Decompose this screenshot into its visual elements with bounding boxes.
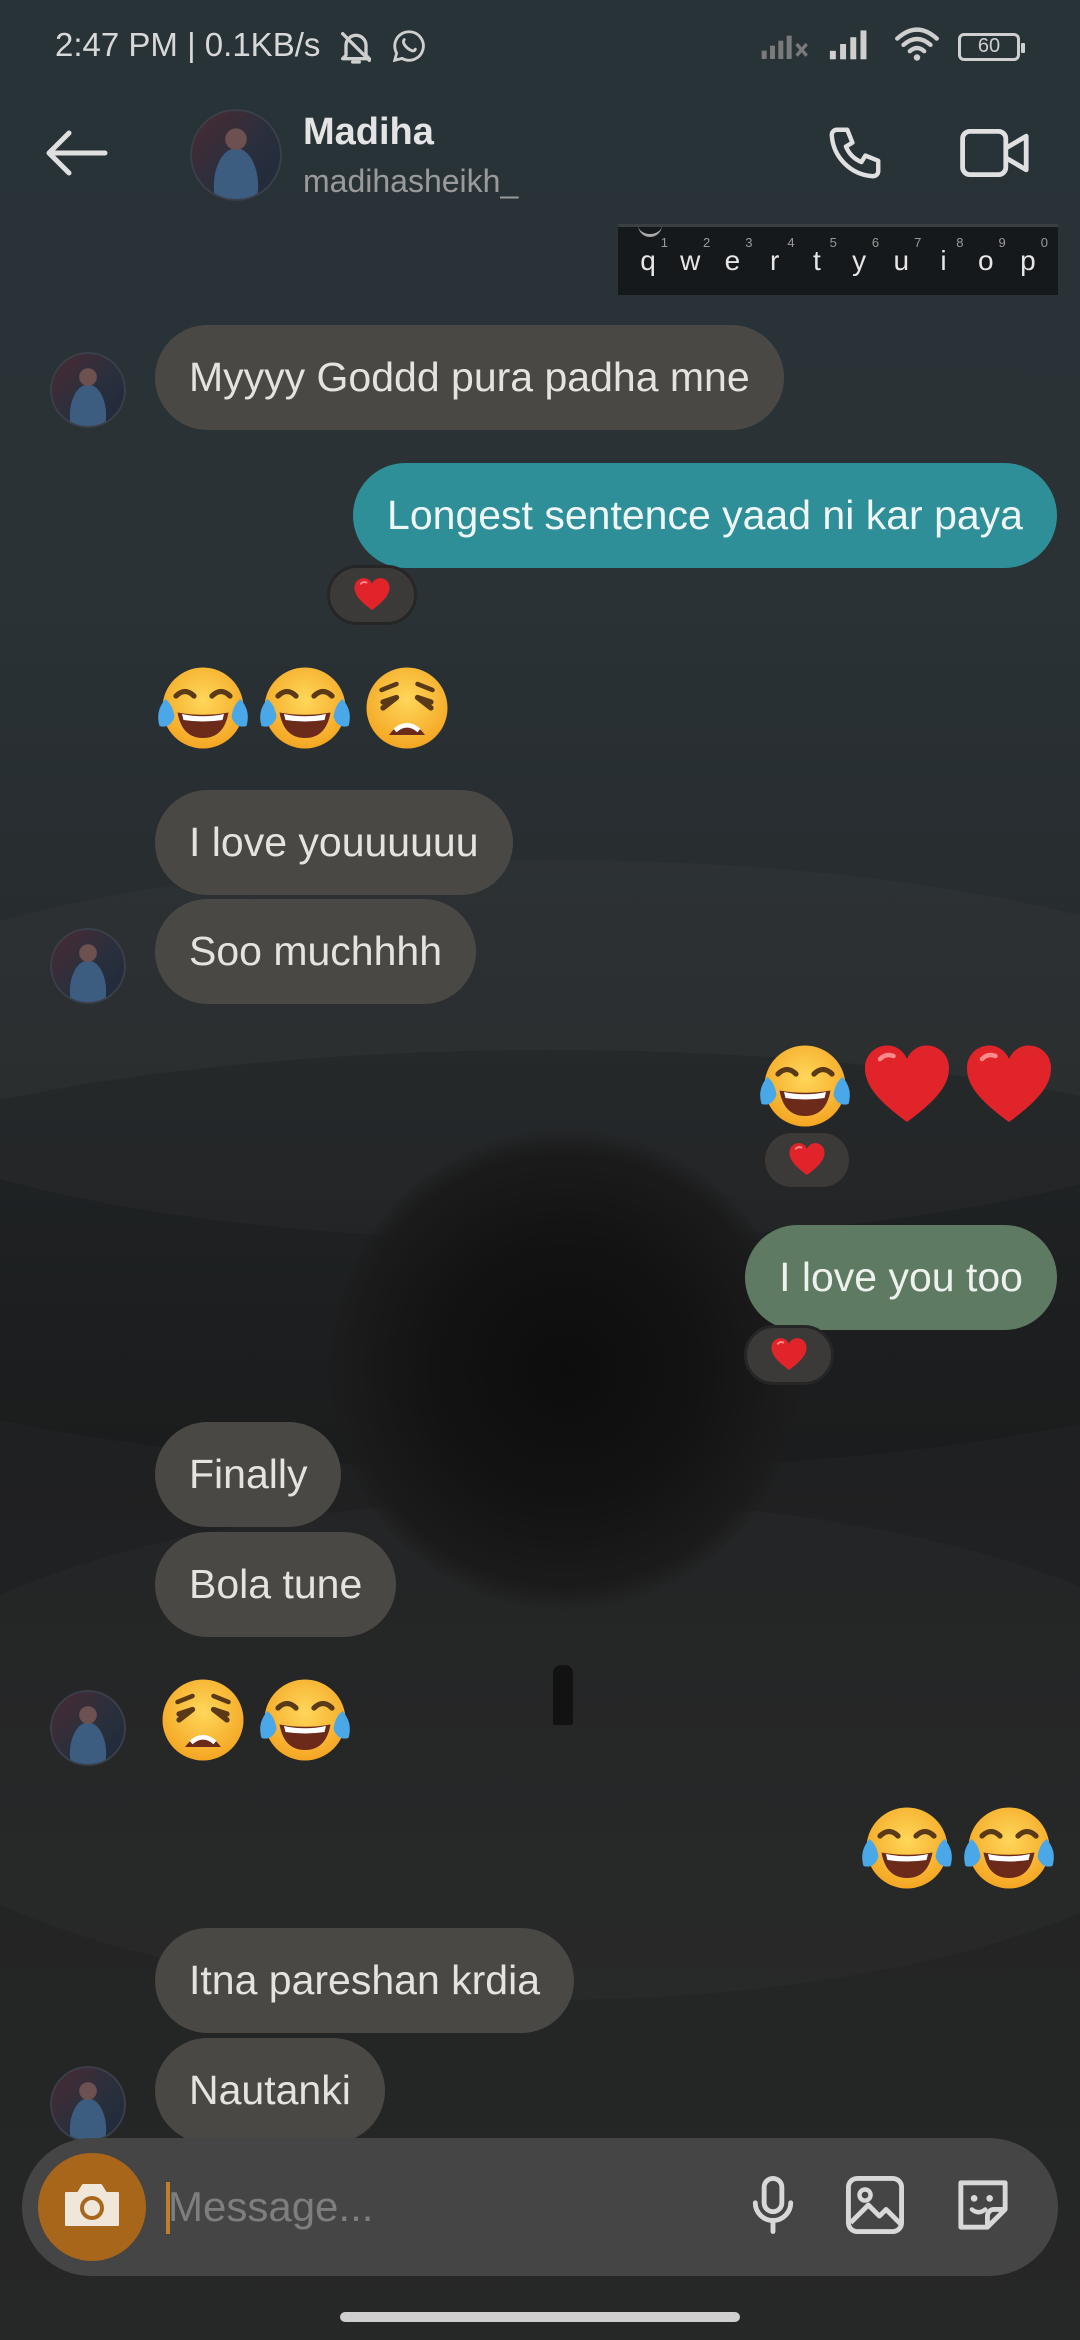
sender-avatar[interactable] <box>50 2066 126 2142</box>
keyboard-key-number: 7 <box>914 235 922 250</box>
keyboard-key-number: 0 <box>1040 235 1048 250</box>
face-with-tears-of-joy-icon <box>961 1800 1057 1896</box>
message-composer <box>22 2138 1058 2276</box>
message-bubble-outgoing[interactable]: I love you too <box>745 1225 1057 1330</box>
sender-avatar[interactable] <box>50 1690 126 1766</box>
message-bubble-incoming[interactable]: Bola tune <box>155 1532 397 1637</box>
status-bar: 2:47 PM | 0.1KB/s 60 <box>0 0 1080 95</box>
keyboard-key-number: 6 <box>871 235 880 250</box>
keyboard-key[interactable]: p0 <box>1008 235 1048 277</box>
face-with-tears-of-joy-icon <box>257 1672 353 1768</box>
keyboard-key[interactable]: t5 <box>797 235 837 277</box>
message-bubble-incoming[interactable]: Finally <box>155 1422 342 1527</box>
weary-face-icon <box>155 1672 251 1768</box>
status-time: 2:47 PM | 0.1KB/s <box>55 26 321 63</box>
microphone-icon <box>746 2174 800 2241</box>
message-bubble-incoming[interactable]: I love youuuuuu <box>155 790 513 895</box>
sender-avatar[interactable] <box>50 352 126 428</box>
red-heart-icon <box>769 1335 809 1375</box>
keyboard-key[interactable]: w2 <box>670 235 710 277</box>
keyboard-preview: q1w2e3r4t5y6u7i8o9p0 <box>618 224 1058 295</box>
message-bubble-incoming[interactable]: Itna pareshan krdia <box>155 1928 575 2033</box>
sender-avatar-image <box>50 928 126 1004</box>
arrow-left-icon <box>43 128 109 183</box>
message-bubble-outgoing[interactable]: Longest sentence yaad ni kar paya <box>353 463 1057 568</box>
message-reaction[interactable] <box>744 1325 834 1385</box>
emoji-message-outgoing[interactable] <box>859 1800 1057 1896</box>
keyboard-key[interactable]: u7 <box>881 235 922 277</box>
voice-message-button[interactable] <box>732 2166 814 2248</box>
keyboard-key-number: 2 <box>702 235 711 250</box>
signal-icon <box>828 27 876 66</box>
sender-avatar[interactable] <box>50 928 126 1004</box>
face-with-tears-of-joy-icon <box>757 1038 853 1134</box>
whatsapp-icon <box>390 27 428 72</box>
contact-username[interactable]: madihasheikh_ <box>303 163 518 200</box>
keyboard-key-number: 5 <box>829 235 837 250</box>
keyboard-key[interactable]: i8 <box>924 235 963 277</box>
red-heart-icon <box>859 1038 955 1134</box>
emoji-message-incoming[interactable] <box>155 660 455 756</box>
signal-off-icon <box>760 27 810 66</box>
keyboard-key[interactable]: o9 <box>966 235 1006 277</box>
keyboard-key[interactable]: e3 <box>712 235 753 277</box>
voice-call-button[interactable] <box>815 117 895 193</box>
keyboard-key[interactable]: q1 <box>628 235 668 277</box>
keyboard-key[interactable]: r4 <box>755 235 795 277</box>
status-left-icons <box>336 27 428 72</box>
phone-icon <box>824 122 886 189</box>
keyboard-key-number: 1 <box>660 235 668 250</box>
red-heart-icon <box>787 1140 827 1180</box>
video-call-button[interactable] <box>950 117 1040 193</box>
contact-name[interactable]: Madiha <box>303 111 434 154</box>
message-reaction[interactable] <box>327 565 417 625</box>
video-camera-icon <box>959 123 1031 188</box>
wifi-icon <box>894 26 940 67</box>
keyboard-key-number: 4 <box>787 235 795 250</box>
image-icon <box>844 2174 906 2241</box>
keyboard-key-number: 3 <box>745 235 753 250</box>
sender-avatar-image <box>50 1690 126 1766</box>
face-with-tears-of-joy-icon <box>257 660 353 756</box>
contact-avatar-image <box>190 109 282 201</box>
keyboard-key-number: 8 <box>956 235 964 250</box>
keyboard-row: q1w2e3r4t5y6u7i8o9p0 <box>628 235 1048 277</box>
sender-avatar-image <box>50 352 126 428</box>
camera-button[interactable] <box>38 2153 146 2261</box>
sticker-icon <box>952 2174 1014 2241</box>
emoji-message-outgoing[interactable] <box>757 1038 1057 1134</box>
home-indicator[interactable] <box>340 2312 740 2322</box>
battery-indicator: 60 <box>958 32 1025 61</box>
chat-header: Madiha madihasheikh_ <box>0 95 1080 215</box>
message-input[interactable] <box>168 2172 688 2242</box>
mute-icon <box>336 27 376 72</box>
keyboard-key[interactable]: y6 <box>839 235 879 277</box>
sticker-button[interactable] <box>942 2166 1024 2248</box>
sender-avatar-image <box>50 2066 126 2142</box>
back-button[interactable] <box>38 117 114 193</box>
red-heart-icon <box>352 575 392 615</box>
gallery-button[interactable] <box>834 2166 916 2248</box>
weary-face-icon <box>359 660 455 756</box>
keyboard-key-number: 9 <box>998 235 1006 250</box>
emoji-message-incoming[interactable] <box>155 1672 353 1768</box>
face-with-tears-of-joy-icon <box>155 660 251 756</box>
message-bubble-incoming[interactable]: Soo muchhhh <box>155 899 477 1004</box>
face-with-tears-of-joy-icon <box>859 1800 955 1896</box>
message-bubble-incoming[interactable]: Myyyy Goddd pura padha mne <box>155 325 784 430</box>
wallpaper-figure <box>553 1665 573 1725</box>
status-right-icons: 60 <box>760 26 1025 67</box>
contact-avatar[interactable] <box>190 109 282 201</box>
red-heart-icon <box>961 1038 1057 1134</box>
message-reaction[interactable] <box>762 1130 852 1190</box>
camera-icon <box>60 2177 124 2238</box>
wallpaper-sandworm <box>330 1130 800 1610</box>
message-bubble-incoming[interactable]: Nautanki <box>155 2038 385 2143</box>
